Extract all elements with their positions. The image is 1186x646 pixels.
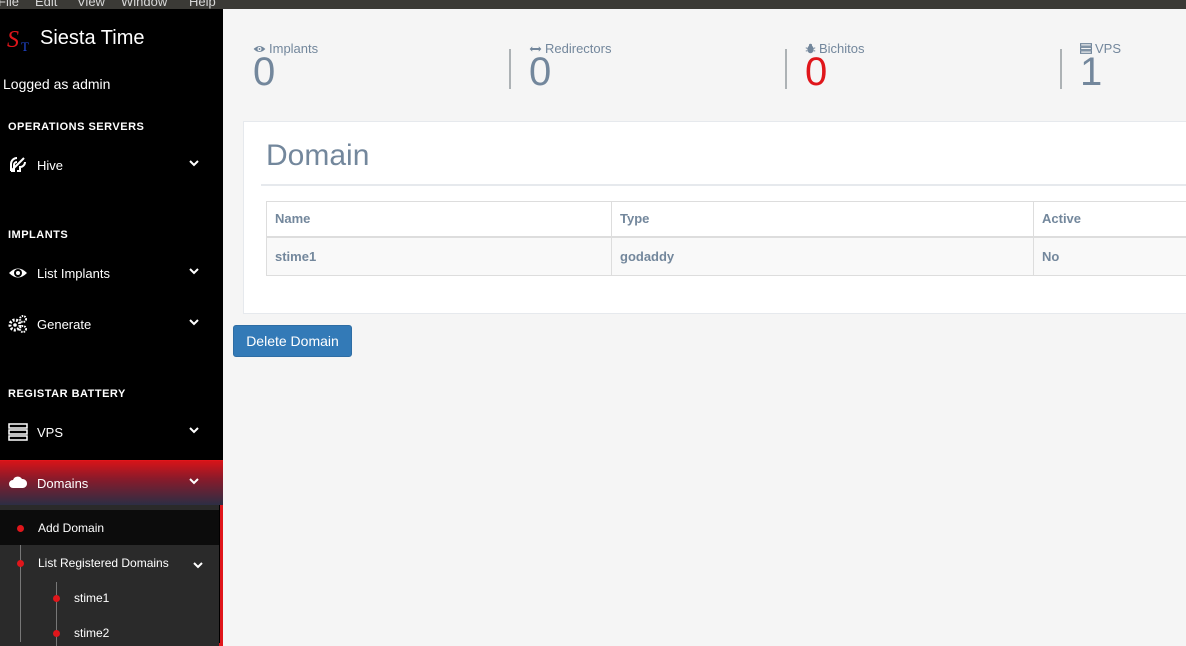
section-implants: IMPLANTS <box>8 229 69 241</box>
menu-view[interactable]: View <box>77 0 105 9</box>
cell-name: stime1 <box>266 236 612 276</box>
stat-divider <box>785 49 787 89</box>
eye-icon <box>9 268 27 278</box>
bullet-dot <box>17 525 24 532</box>
sidebar-item-generate[interactable]: Generate <box>0 302 223 346</box>
cell-active: No <box>1033 236 1186 276</box>
bullet-dot <box>53 630 60 637</box>
sidebar-item-label: Hive <box>37 158 64 173</box>
chevron-down-icon <box>189 478 199 485</box>
bullet-dot <box>17 560 24 567</box>
chevron-down-icon <box>189 319 199 326</box>
sidebar-item-label: Generate <box>37 317 92 332</box>
delete-domain-button[interactable]: Delete Domain <box>233 325 352 357</box>
submenu-domain-stime1[interactable]: stime1 <box>0 580 219 615</box>
domain-panel: Domain Name Type Active stime1 godaddy N… <box>243 121 1186 314</box>
domains-submenu: Add Domain List Registered Domains stime… <box>0 505 219 646</box>
gears-icon <box>8 315 27 333</box>
sidebar-item-label: List Implants <box>37 266 110 281</box>
submenu-list-registered-domains[interactable]: List Registered Domains <box>0 545 219 580</box>
sidebar-item-label: Domains <box>37 476 89 491</box>
menu-help[interactable]: Help <box>189 0 216 9</box>
stat-label: Redirectors <box>545 41 612 56</box>
submenu-label: List Registered Domains <box>38 556 169 570</box>
stat-bichitos: Bichitos 0 <box>805 41 865 92</box>
stat-divider <box>509 49 511 89</box>
stat-divider <box>1060 49 1062 89</box>
domain-table: Name Type Active stime1 godaddy No <box>266 201 1186 276</box>
table-header-row: Name Type Active <box>266 201 1186 238</box>
stat-value: 0 <box>253 50 276 94</box>
section-operations-servers: OPERATIONS SERVERS <box>8 121 145 133</box>
sidebar: ST Siesta Time Logged as admin OPERATION… <box>0 9 223 646</box>
sidebar-item-list-implants[interactable]: List Implants <box>0 251 223 295</box>
hive-icon <box>10 157 26 172</box>
cloud-icon <box>9 476 28 488</box>
app-title: Siesta Time <box>40 27 145 49</box>
table-row[interactable]: stime1 godaddy No <box>266 236 1186 276</box>
stat-vps: VPS 1 <box>1080 41 1121 92</box>
submenu-add-domain[interactable]: Add Domain <box>0 510 219 545</box>
stat-implants: Implants 0 <box>253 41 318 92</box>
column-header-type[interactable]: Type <box>611 201 1034 238</box>
submenu-domain-stime2[interactable]: stime2 <box>0 615 219 646</box>
stat-label: Implants <box>269 41 319 56</box>
stats-row: Implants 0 Redirectors 0 Bichitos 0 VPS … <box>223 9 1186 109</box>
os-menubar: File Edit View Window Help <box>0 0 1186 9</box>
sidebar-item-vps[interactable]: VPS <box>0 410 223 454</box>
menu-window[interactable]: Window <box>121 0 167 9</box>
submenu-label: stime1 <box>74 591 110 605</box>
stat-value: 0 <box>805 50 828 94</box>
logged-user-text: Logged as admin <box>3 76 111 92</box>
cell-type: godaddy <box>611 236 1034 276</box>
stat-value: 1 <box>1080 50 1103 94</box>
server-icon <box>8 423 28 441</box>
column-header-name[interactable]: Name <box>266 201 612 238</box>
submenu-label: Add Domain <box>38 521 105 535</box>
sidebar-item-domains[interactable]: Domains <box>0 461 223 505</box>
panel-divider <box>261 184 1186 186</box>
sidebar-item-hive[interactable]: Hive <box>0 143 223 187</box>
menu-edit[interactable]: Edit <box>35 0 57 9</box>
panel-title: Domain <box>266 139 370 172</box>
chevron-down-icon <box>193 562 203 569</box>
chevron-down-icon <box>189 268 199 275</box>
section-registar-battery: REGISTAR BATTERY <box>8 388 126 400</box>
submenu-label: stime2 <box>74 626 110 640</box>
stat-value: 0 <box>529 50 552 94</box>
app-logo: ST <box>7 27 29 54</box>
menu-file[interactable]: File <box>0 0 19 9</box>
chevron-down-icon <box>189 427 199 434</box>
bullet-dot <box>53 595 60 602</box>
brand[interactable]: ST Siesta Time <box>0 25 223 55</box>
sidebar-item-label: VPS <box>37 425 64 440</box>
chevron-down-icon <box>189 160 199 167</box>
stat-redirectors: Redirectors 0 <box>529 41 611 92</box>
column-header-active[interactable]: Active <box>1033 201 1186 238</box>
